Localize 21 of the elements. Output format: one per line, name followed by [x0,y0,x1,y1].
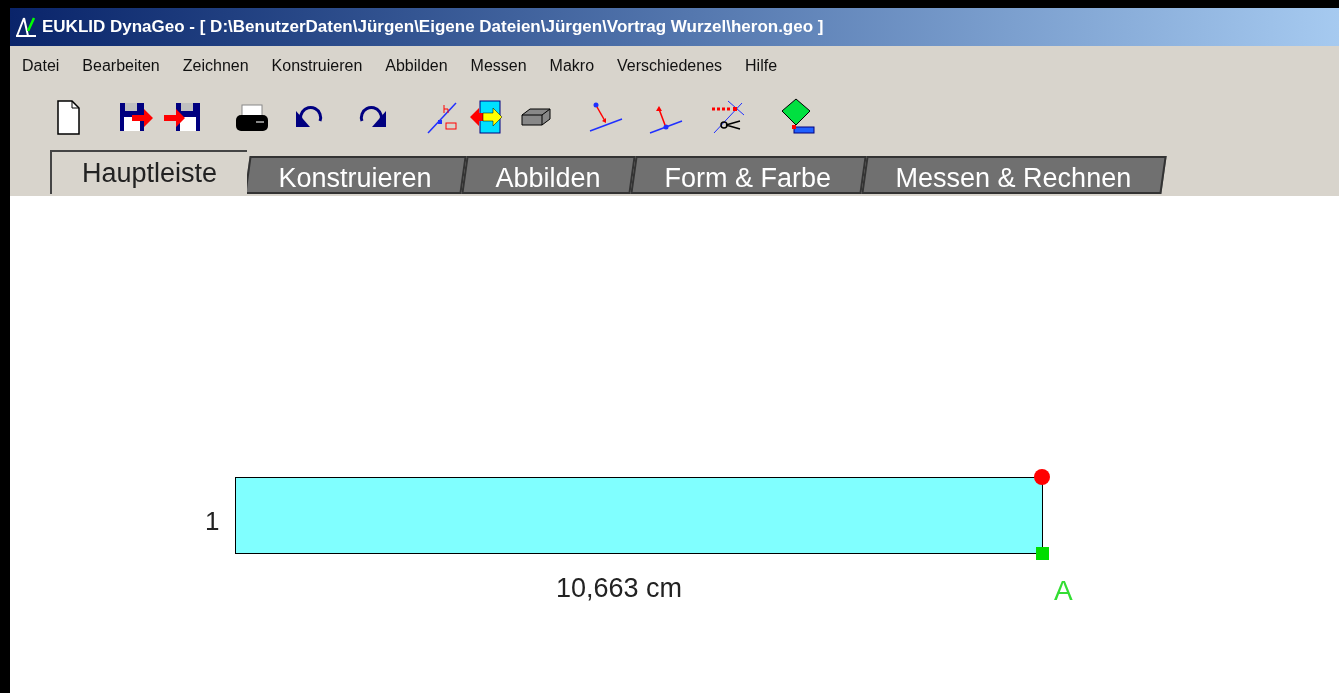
menu-item[interactable]: Bearbeiten [82,54,160,78]
tab[interactable]: Konstruieren [244,156,467,194]
point-square [1036,547,1049,560]
menu-item[interactable]: Abbilden [385,54,448,78]
tab[interactable]: Hauptleiste [50,150,248,194]
tab[interactable]: Form & Farbe [630,156,867,194]
tab[interactable]: Abbilden [461,156,636,194]
menu-item[interactable]: Verschiedenes [617,54,723,78]
app-logo-icon [14,15,38,39]
menu-item[interactable]: Makro [549,54,595,78]
side-length-label: 1 [205,505,220,538]
tab[interactable]: Messen & Rechnen [861,156,1167,194]
menu-item[interactable]: Messen [470,54,527,78]
menu-item[interactable]: Zeichnen [182,54,249,78]
menu-item[interactable]: Konstruieren [271,54,363,78]
menu-item[interactable]: Datei [22,54,60,78]
measurement-label: 10,663 cm [556,572,683,605]
window-title: EUKLID DynaGeo - [ D:\BenutzerDaten\Jürgen\Eigene Dateien\Jürgen\Vortrag Wurzel\heron.geo ] [42,16,824,39]
menu-item[interactable]: Hilfe [745,54,778,78]
point-label: A [1054,574,1073,608]
vertex-point [1034,469,1050,485]
